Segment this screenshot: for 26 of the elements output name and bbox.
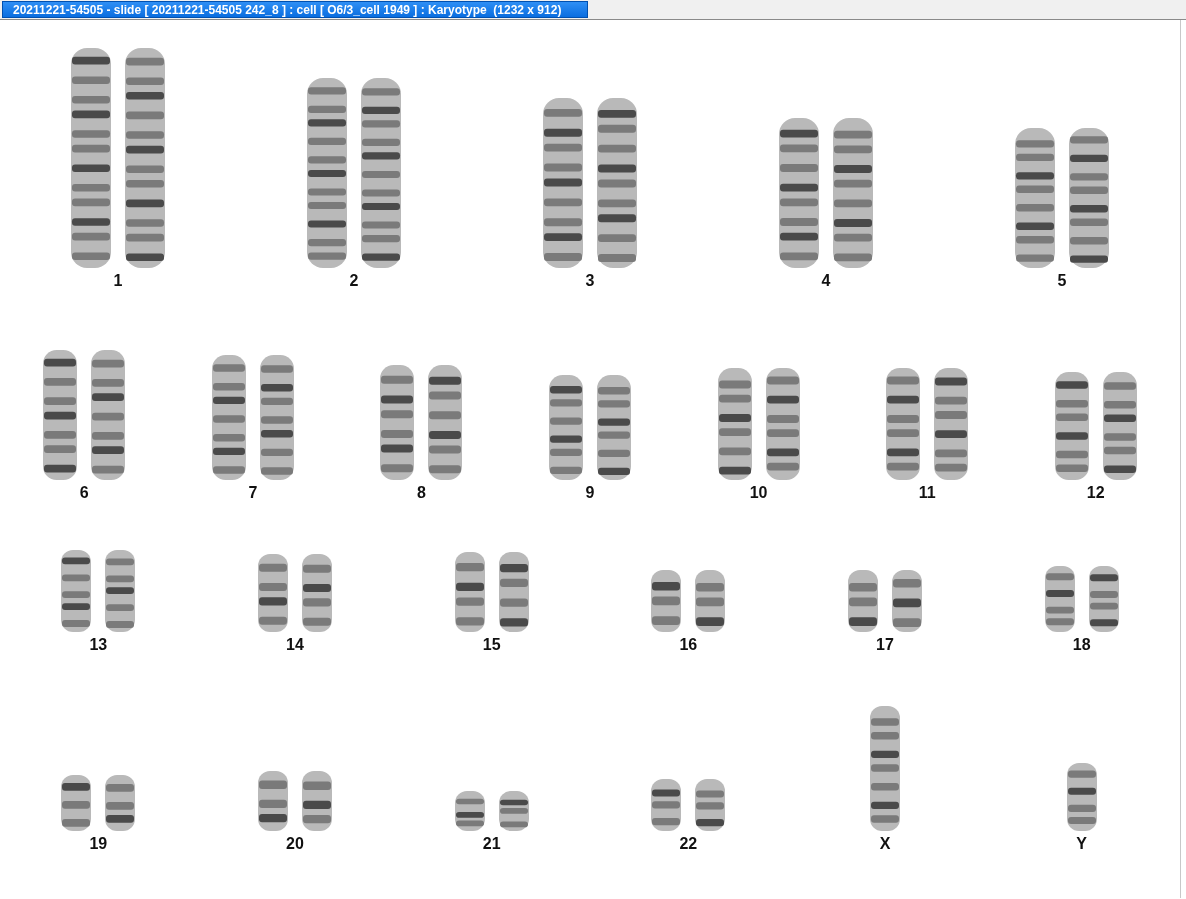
chromosome-label: 19 [89, 835, 108, 853]
chromosome-label: 15 [482, 636, 501, 654]
chromosome-label: Y [1076, 835, 1087, 853]
chromosome-label: 9 [585, 484, 595, 502]
chromosome-label: 20 [286, 835, 304, 853]
chromosome-label: 3 [585, 272, 595, 290]
chromosome-label: 14 [286, 636, 304, 654]
chromosome-label: 10 [749, 484, 768, 502]
chromosome-label: 1 [113, 272, 123, 290]
chromosome-label: 5 [1057, 272, 1067, 290]
chromosome-label: 21 [482, 835, 501, 853]
chromosome-label: 8 [416, 484, 426, 502]
chromosome-label: 4 [821, 272, 831, 290]
chromosome-label: 6 [79, 484, 89, 502]
chromosome-label: 22 [679, 835, 698, 853]
chromosome-label: 18 [1072, 636, 1091, 654]
chromosome-drawing [1066, 763, 1097, 831]
chromosome-label: 16 [679, 636, 698, 654]
chromosome-label: 12 [1086, 484, 1105, 502]
chromosome-label: 11 [918, 484, 936, 502]
chromosome-label: 17 [876, 636, 894, 654]
window-title: 20211221-54505 - slide [ 20211221-54505 242_8 ] : cell [ O6/3_cell 1949 ] : Karyotype (1232 x 912) [2, 1, 588, 18]
chromosome-label: 7 [248, 484, 258, 502]
chromosome-label: 2 [349, 272, 359, 290]
chromosome-label: X [879, 835, 891, 853]
chromosome-label: 13 [89, 636, 108, 654]
